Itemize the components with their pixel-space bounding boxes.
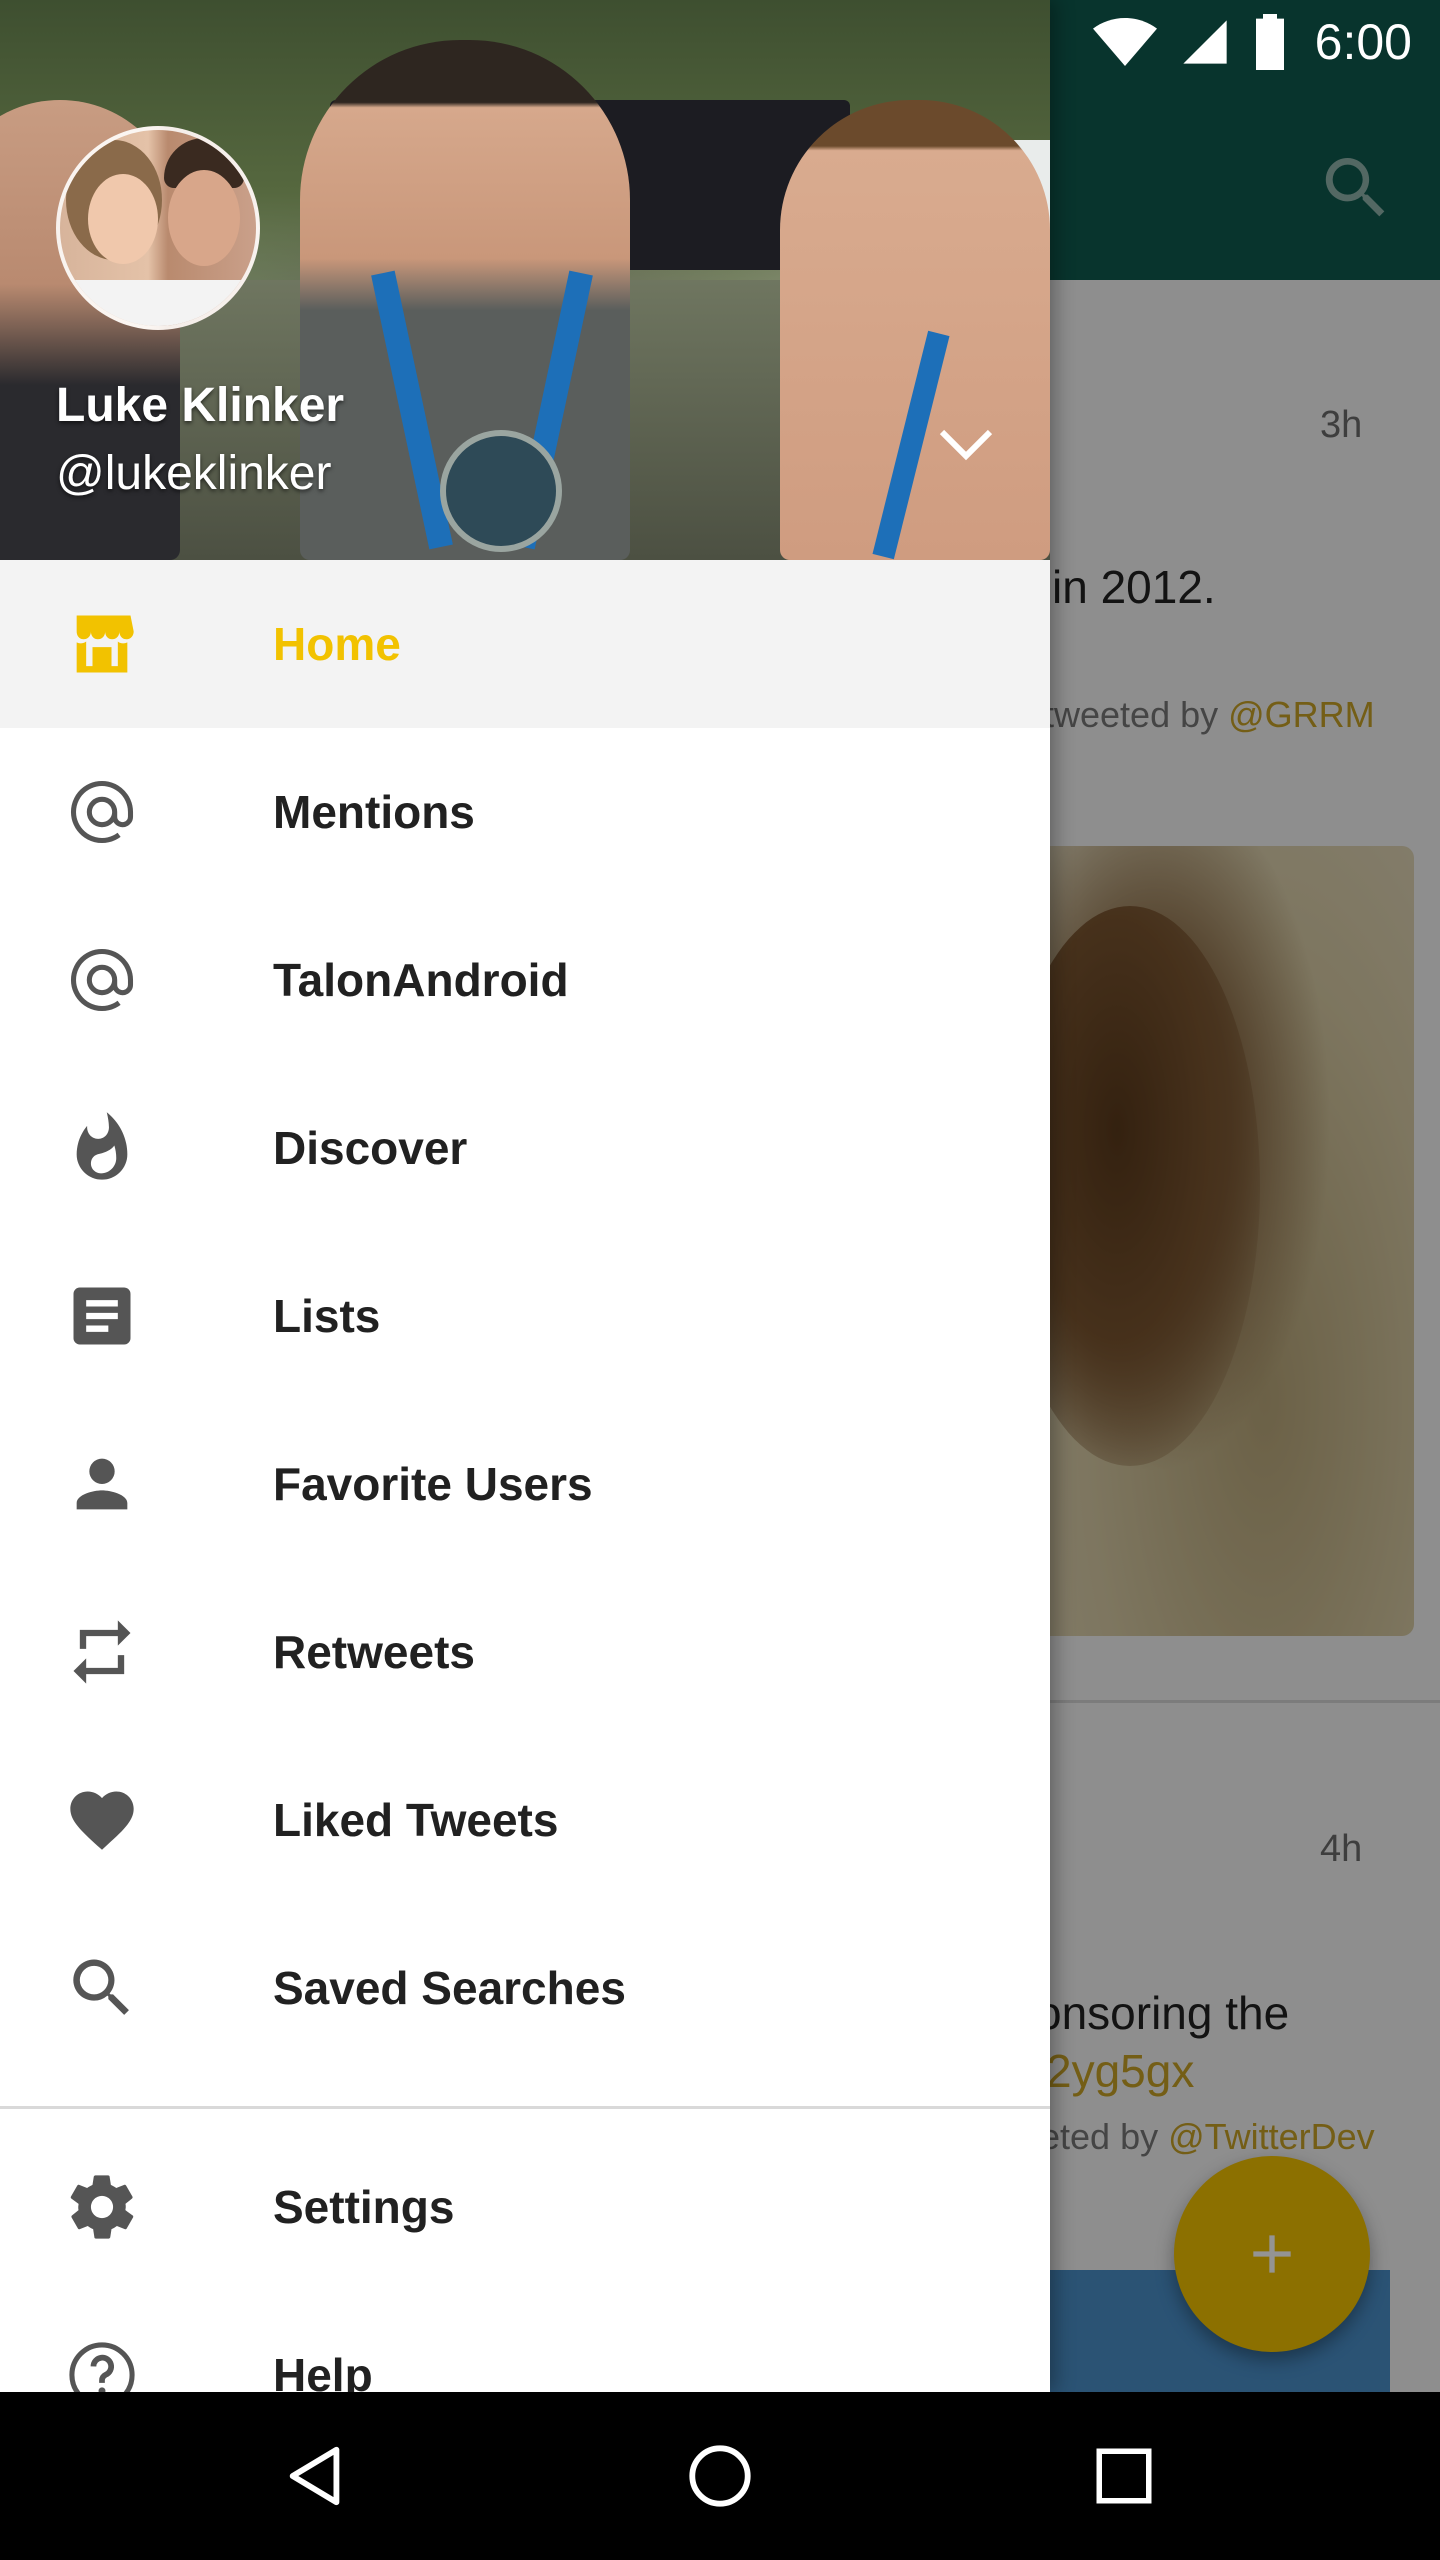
recents-icon[interactable]	[1084, 2436, 1164, 2516]
retweet-icon	[64, 1614, 140, 1690]
home-icon	[64, 606, 140, 682]
drawer-item-liked-tweets[interactable]: Liked Tweets	[0, 1736, 1050, 1904]
drawer-item-label: Discover	[273, 1122, 468, 1174]
avatar[interactable]	[56, 126, 260, 330]
drawer-item-favorite-users[interactable]: Favorite Users	[0, 1400, 1050, 1568]
drawer-menu: Home Mentions TalonAndroid Discover List	[0, 560, 1050, 2392]
drawer-item-label: TalonAndroid	[273, 954, 569, 1006]
status-time: 6:00	[1314, 14, 1412, 70]
drawer-item-retweets[interactable]: Retweets	[0, 1568, 1050, 1736]
navigation-drawer[interactable]: Luke Klinker @lukeklinker Home Mentions …	[0, 0, 1050, 2392]
avatar-detail	[60, 280, 256, 326]
drawer-item-label: Settings	[273, 2181, 455, 2233]
search-icon	[64, 1950, 140, 2026]
drawer-item-label: Saved Searches	[273, 1962, 626, 2014]
avatar-detail	[88, 174, 158, 264]
system-navigation-bar	[0, 2392, 1440, 2560]
heart-icon	[64, 1782, 140, 1858]
help-icon	[64, 2337, 140, 2392]
drawer-item-label: Mentions	[273, 786, 475, 838]
list-icon	[64, 1278, 140, 1354]
wifi-icon	[1092, 18, 1157, 66]
drawer-item-mentions[interactable]: Mentions	[0, 728, 1050, 896]
drawer-item-talonandroid[interactable]: TalonAndroid	[0, 896, 1050, 1064]
drawer-item-label: Favorite Users	[273, 1458, 593, 1510]
chevron-down-icon[interactable]	[934, 420, 998, 468]
drawer-item-label: Home	[273, 618, 401, 670]
drawer-item-saved-searches[interactable]: Saved Searches	[0, 1904, 1050, 2072]
drawer-item-label: Retweets	[273, 1626, 475, 1678]
avatar-detail	[168, 170, 240, 266]
drawer-item-label: Liked Tweets	[273, 1794, 559, 1846]
drawer-item-settings[interactable]: Settings	[0, 2123, 1050, 2291]
battery-icon	[1255, 14, 1284, 70]
drawer-header[interactable]: Luke Klinker @lukeklinker	[0, 0, 1050, 560]
drawer-item-discover[interactable]: Discover	[0, 1064, 1050, 1232]
flame-icon	[64, 1110, 140, 1186]
drawer-item-lists[interactable]: Lists	[0, 1232, 1050, 1400]
drawer-item-label: Help	[273, 2349, 373, 2392]
at-icon	[64, 942, 140, 1018]
status-bar: 6:00	[0, 0, 1440, 84]
header-photo-person	[780, 100, 1050, 560]
header-photo-medal	[440, 430, 562, 552]
back-icon[interactable]	[276, 2436, 356, 2516]
profile-name: Luke Klinker	[56, 379, 345, 432]
gear-icon	[64, 2169, 140, 2245]
person-icon	[64, 1446, 140, 1522]
home-circle-icon[interactable]	[680, 2436, 760, 2516]
drawer-item-home[interactable]: Home	[0, 560, 1050, 728]
drawer-item-help[interactable]: Help	[0, 2291, 1050, 2392]
signal-icon	[1183, 20, 1227, 64]
drawer-divider	[0, 2106, 1050, 2109]
drawer-item-label: Lists	[273, 1290, 381, 1342]
at-icon	[64, 774, 140, 850]
profile-handle: @lukeklinker	[56, 447, 332, 500]
